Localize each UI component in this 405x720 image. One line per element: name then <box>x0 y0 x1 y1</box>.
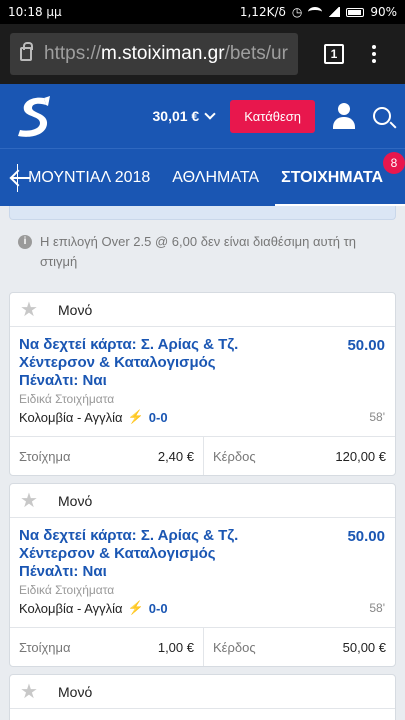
bet-card-footer: Στοίχημα 2,40 € Κέρδος 120,00 € <box>10 437 395 475</box>
bet-card: ★ Μονό Να δεχτεί κάρτα: Σ. Αρίας & Τζ. Χ… <box>9 483 396 667</box>
selection-title: Να δεχτεί κάρτα: Σ. Αρίας & Τζ. Χέντερσο… <box>19 336 239 389</box>
lock-icon <box>20 42 33 61</box>
bet-type: Μονό <box>58 492 93 509</box>
tab-switcher-button[interactable]: 1 <box>324 44 344 64</box>
stake-label: Στοίχημα <box>19 448 71 464</box>
network-speed: 1,12K/δ <box>239 5 286 19</box>
site-header: 30,01 € Κατάθεση <box>0 84 405 148</box>
signal-icon <box>328 7 341 17</box>
balance-dropdown[interactable]: 30,01 € <box>152 108 216 124</box>
stake-value: 2,40 € <box>157 448 194 464</box>
browser-menu-icon[interactable] <box>372 45 376 63</box>
address-bar[interactable]: https://m.stoiximan.gr/bets/ur <box>10 33 298 75</box>
bet-card: ★ Μονό Να δεχτεί κάρτα: Σ. Αρίας & Τζ. Χ… <box>9 292 396 476</box>
notice-text: Η επιλογή Over 2.5 @ 6,00 δεν είναι διαθ… <box>40 234 356 269</box>
live-bolt-icon: ⚡ <box>127 600 144 615</box>
nav-item-world-cup[interactable]: ΜΟΥΝΤΙΑΛ 2018 <box>28 149 150 206</box>
star-icon[interactable]: ★ <box>20 491 38 511</box>
url-host: m.stoiximan.gr <box>101 43 225 64</box>
nav-item-sports[interactable]: ΑΘΛΗΜΑΤΑ <box>172 149 259 206</box>
winnings-value: 50,00 € <box>342 639 386 655</box>
status-bar: 10:18 μμ 1,12K/δ ◷ 90% <box>0 0 405 24</box>
deposit-button[interactable]: Κατάθεση <box>230 99 315 133</box>
match-name: Κολομβία - Αγγλία <box>19 600 123 616</box>
bet-card-header: ★ Μονό <box>10 675 395 709</box>
info-icon: i <box>18 235 32 249</box>
wifi-icon <box>308 7 323 17</box>
match-row: Κολομβία - Αγγλία ⚡ 0-0 58' <box>19 600 386 616</box>
unavailable-notice: i Η επιλογή Over 2.5 @ 6,00 δεν είναι δι… <box>18 232 388 272</box>
stoiximan-logo[interactable] <box>14 94 54 138</box>
stake-field[interactable]: Στοίχημα 2,40 € <box>10 437 204 475</box>
balance-amount: 30,01 € <box>152 108 200 124</box>
chevron-down-icon <box>204 108 216 120</box>
winnings-label: Κέρδος <box>213 448 256 464</box>
selection-title: Να δεχτεί κάρτα: Σ. Αρίας & Τζ. Χέντερσο… <box>19 527 239 580</box>
browser-toolbar: https://m.stoiximan.gr/bets/ur 1 <box>0 24 405 84</box>
search-icon[interactable] <box>373 107 391 125</box>
back-arrow-icon[interactable] <box>0 149 31 206</box>
winnings-field: Κέρδος 50,00 € <box>204 628 395 666</box>
url-scheme: https:// <box>44 43 102 64</box>
match-row: Κολομβία - Αγγλία ⚡ 0-0 58' <box>19 409 386 425</box>
bet-type: Μονό <box>58 683 93 700</box>
bet-card-footer: Στοίχημα 1,00 € Κέρδος 50,00 € <box>10 628 395 666</box>
market-name: Ειδικά Στοιχήματα <box>19 583 115 597</box>
url-path: /bets/ur <box>224 43 288 64</box>
battery-icon <box>346 7 365 17</box>
section-nav: ΜΟΥΝΤΙΑΛ 2018 ΑΘΛΗΜΑΤΑ ΣΤΟΙΧΗΜΑΤΑ <box>0 148 405 206</box>
bet-selection[interactable]: Να δεχτεί κάρτα: Σ. Αρίας & Τζ. Χέντερσο… <box>10 518 395 628</box>
winnings-field: Κέρδος 120,00 € <box>204 437 395 475</box>
bet-type: Μονό <box>58 301 93 318</box>
alarm-icon: ◷ <box>291 5 303 19</box>
stake-field[interactable]: Στοίχημα 1,00 € <box>10 628 204 666</box>
match-name: Κολομβία - Αγγλία <box>19 409 123 425</box>
bet-card-header: ★ Μονό <box>10 293 395 327</box>
live-score: 0-0 <box>148 409 168 425</box>
clock: 10:18 μμ <box>8 5 62 19</box>
market-name: Ειδικά Στοιχήματα <box>19 392 115 406</box>
star-icon[interactable]: ★ <box>20 300 38 320</box>
stake-value: 1,00 € <box>157 639 194 655</box>
bet-card: ★ Μονό <box>9 674 396 720</box>
betslip-content: i Η επιλογή Over 2.5 @ 6,00 δεν είναι δι… <box>0 206 405 720</box>
stake-label: Στοίχημα <box>19 639 71 655</box>
battery-level: 90% <box>370 5 397 19</box>
url-text: https://m.stoiximan.gr/bets/ur <box>44 43 288 65</box>
notice-box-edge <box>9 206 396 220</box>
selection-odds: 50.00 <box>347 337 385 354</box>
match-minute: 58' <box>369 410 385 424</box>
bet-selection[interactable]: Να δεχτεί κάρτα: Σ. Αρίας & Τζ. Χέντερσο… <box>10 327 395 437</box>
match-minute: 58' <box>369 601 385 615</box>
bet-card-header: ★ Μονό <box>10 484 395 518</box>
winnings-label: Κέρδος <box>213 639 256 655</box>
betslip-count-badge: 8 <box>383 152 405 174</box>
selection-odds: 50.00 <box>347 528 385 545</box>
user-account-icon[interactable] <box>333 103 355 129</box>
star-icon[interactable]: ★ <box>20 682 38 702</box>
nav-item-bets[interactable]: ΣΤΟΙΧΗΜΑΤΑ <box>275 149 405 206</box>
live-score: 0-0 <box>148 600 168 616</box>
winnings-value: 120,00 € <box>335 448 386 464</box>
live-bolt-icon: ⚡ <box>127 409 144 424</box>
